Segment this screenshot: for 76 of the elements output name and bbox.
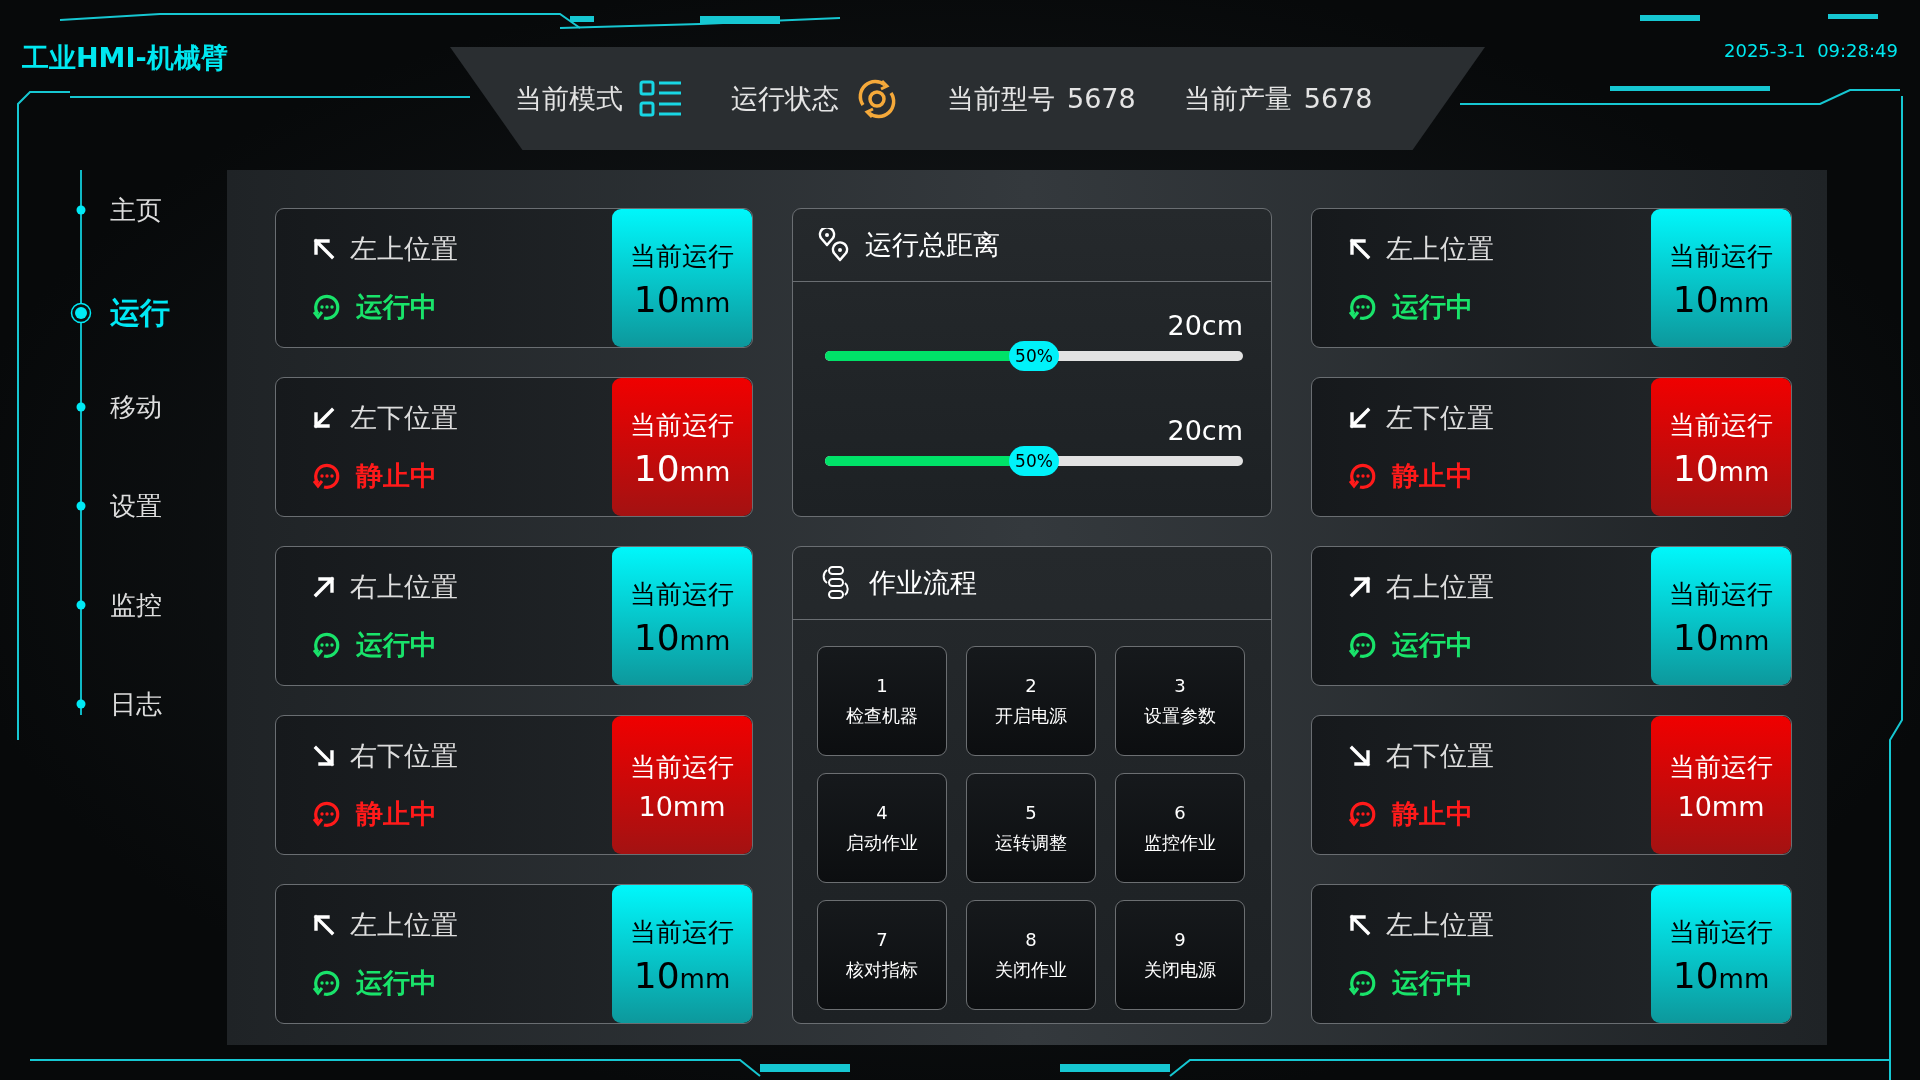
distance-reading: 20cm [1167, 310, 1243, 341]
box-title: 当前运行 [630, 915, 734, 949]
slider-track[interactable]: 50% [800, 341, 1268, 371]
status-text: 运行中 [1392, 966, 1473, 1000]
run-value: 10mm [633, 281, 731, 318]
header-label: 当前产量 [1183, 81, 1292, 116]
position-label: 右上位置 [1386, 570, 1494, 604]
position-label: 右下位置 [350, 739, 458, 773]
nav-item[interactable]: 日志 [110, 686, 162, 722]
nav-item[interactable]: 设置 [110, 488, 162, 524]
distance-reading: 20cm [1167, 415, 1243, 446]
run-value: 10mm [1672, 281, 1770, 318]
panel-title: 运行总距离 [865, 228, 1000, 262]
box-title: 当前运行 [1669, 408, 1773, 442]
status-text: 运行中 [356, 290, 437, 324]
flow-step-button[interactable]: 8 关闭作业 [966, 900, 1096, 1010]
run-value: 10mm [1672, 957, 1770, 994]
nav-item[interactable]: 监控 [110, 587, 162, 623]
flow-step-button[interactable]: 2 开启电源 [966, 646, 1096, 756]
flow-step-button[interactable]: 9 关闭电源 [1115, 900, 1245, 1010]
panel-title: 作业流程 [869, 566, 977, 600]
position-label: 左上位置 [1386, 908, 1494, 942]
nav-item[interactable]: 移动 [110, 389, 162, 425]
run-value: 10mm [1672, 619, 1770, 656]
run-value: 10mm [633, 450, 731, 487]
status-text: 静止中 [356, 797, 437, 831]
header-value: 5678 [1303, 83, 1373, 114]
header-label: 当前模式 [515, 81, 623, 116]
run-value: 10mm [1672, 450, 1770, 487]
slider-thumb[interactable]: 50% [1009, 446, 1059, 476]
status-text: 运行中 [1392, 290, 1473, 324]
nav-item[interactable]: 主页 [110, 192, 162, 228]
position-label: 左下位置 [350, 401, 458, 435]
flow-step-button[interactable]: 1 检查机器 [817, 646, 947, 756]
flow-step-button[interactable]: 4 启动作业 [817, 773, 947, 883]
status-text: 静止中 [1392, 459, 1473, 493]
run-value: 10mm [633, 957, 731, 994]
run-value: 10mm [1677, 793, 1765, 820]
position-label: 右上位置 [350, 570, 458, 604]
position-label: 左下位置 [1386, 401, 1494, 435]
status-text: 静止中 [356, 459, 437, 493]
position-label: 左上位置 [1386, 232, 1494, 266]
flow-step-button[interactable]: 7 核对指标 [817, 900, 947, 1010]
list-icon [639, 78, 683, 119]
location-pins-icon [817, 228, 851, 262]
frame-accent [1640, 15, 1700, 21]
status-text: 静止中 [1392, 797, 1473, 831]
slider-track[interactable]: 50% [800, 446, 1268, 476]
position-label: 左上位置 [350, 908, 458, 942]
run-value: 10mm [638, 793, 726, 820]
box-title: 当前运行 [1669, 239, 1773, 273]
app-title: 工业HMI-机械臂 [22, 42, 228, 73]
slider-thumb[interactable]: 50% [1009, 341, 1059, 371]
frame-accent [1828, 14, 1878, 19]
box-title: 当前运行 [1669, 751, 1773, 784]
header-value: 5678 [1067, 83, 1136, 114]
box-title: 当前运行 [1669, 915, 1773, 949]
box-title: 当前运行 [630, 577, 734, 611]
flow-step-button[interactable]: 6 监控作业 [1115, 773, 1245, 883]
header-label: 运行状态 [731, 81, 839, 116]
box-title: 当前运行 [630, 751, 734, 784]
date-time: 2025-3-1 09:28:49 [1724, 40, 1898, 63]
status-text: 运行中 [1392, 628, 1473, 662]
position-label: 右下位置 [1386, 739, 1494, 773]
status-text: 运行中 [356, 966, 437, 1000]
status-text: 运行中 [356, 628, 437, 662]
frame-accent [570, 16, 594, 22]
box-title: 当前运行 [630, 408, 734, 442]
run-value: 10mm [633, 619, 731, 656]
box-title: 当前运行 [1669, 577, 1773, 611]
header-label: 当前型号 [947, 81, 1055, 116]
flow-step-button[interactable]: 3 设置参数 [1115, 646, 1245, 756]
flow-step-button[interactable]: 5 运转调整 [966, 773, 1096, 883]
nav-item[interactable]: 运行 [110, 292, 170, 334]
position-label: 左上位置 [350, 232, 458, 266]
box-title: 当前运行 [630, 239, 734, 273]
